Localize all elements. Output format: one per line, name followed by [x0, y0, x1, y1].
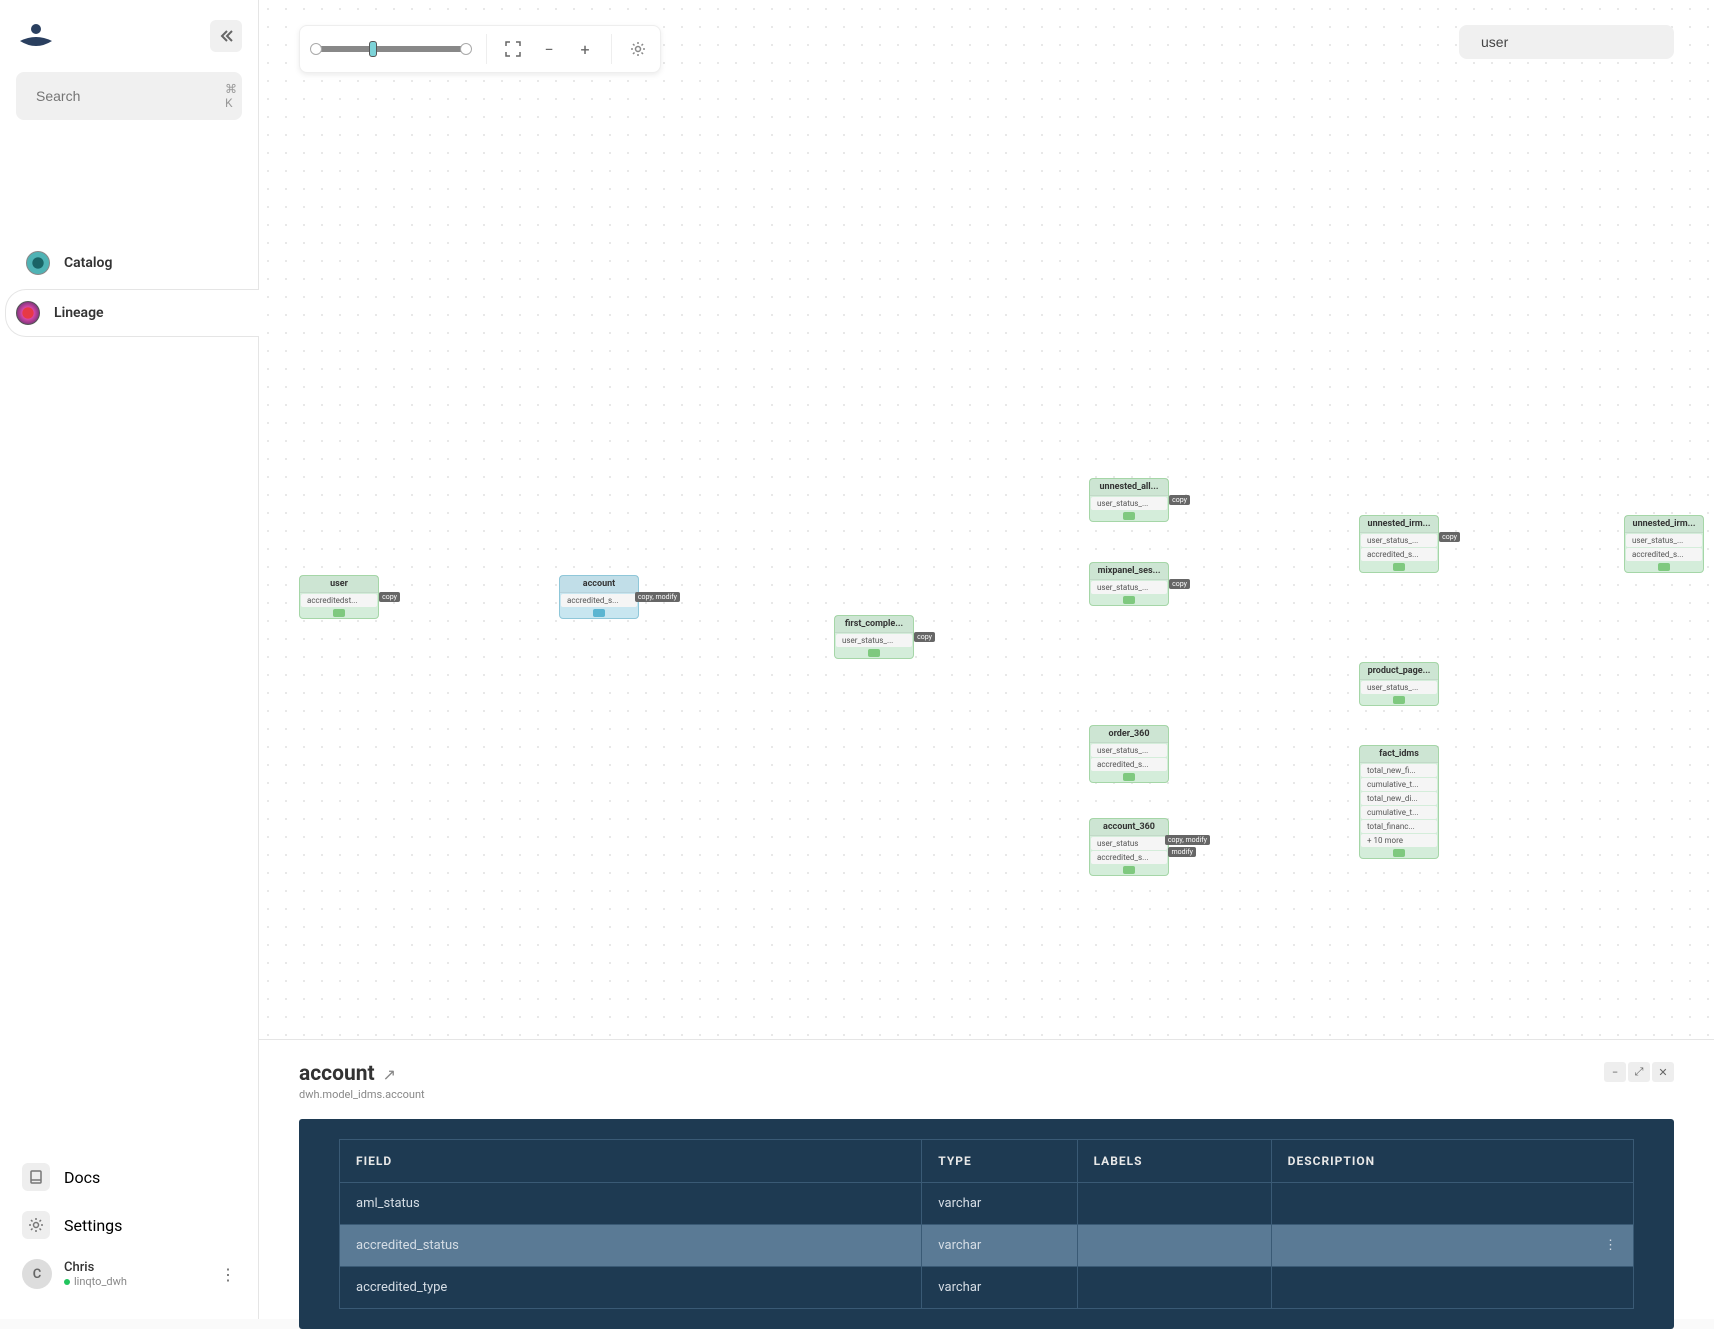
row-more-icon[interactable]: ⋮	[1604, 1238, 1617, 1253]
sidebar-search[interactable]: ⌘ K	[16, 72, 242, 120]
node-order-360[interactable]: order_360 user_status_... accredited_s..…	[1089, 725, 1169, 783]
panel-close-button[interactable]: ✕	[1652, 1062, 1674, 1082]
node-unnested-irm[interactable]: unnested_irm... user_status_... accredit…	[1359, 515, 1439, 573]
node-product-page[interactable]: product_page... user_status_...	[1359, 662, 1439, 706]
fields-table: FIELD TYPE LABELS DESCRIPTION aml_status…	[339, 1139, 1634, 1309]
sidebar-item-label: Docs	[64, 1168, 100, 1187]
node-user[interactable]: user accreditedst... copy	[299, 575, 379, 619]
sidebar: ⌘ K Catalog Lineage Docs Settings C Chri…	[0, 0, 259, 1319]
user-name: Chris	[64, 1260, 208, 1275]
detail-title: account	[299, 1062, 375, 1086]
table-row[interactable]: accredited_typevarchar	[340, 1267, 1634, 1309]
node-fact-idms[interactable]: fact_idms total_new_fi... cumulative_t..…	[1359, 745, 1439, 859]
sidebar-search-input[interactable]	[36, 88, 217, 104]
node-unnested-all[interactable]: unnested_all... user_status_... copy	[1089, 478, 1169, 522]
user-menu[interactable]: C Chris linqto_dwh ⋮	[16, 1249, 242, 1299]
table-row[interactable]: aml_statusvarchar	[340, 1183, 1634, 1225]
sidebar-settings[interactable]: Settings	[16, 1201, 242, 1249]
col-description: DESCRIPTION	[1271, 1140, 1633, 1183]
detail-panel: account ↗ dwh.model_idms.account − ⤢ ✕ F…	[259, 1039, 1714, 1319]
panel-minimize-button[interactable]: −	[1604, 1062, 1626, 1082]
col-labels: LABELS	[1077, 1140, 1271, 1183]
app-logo	[16, 21, 56, 51]
node-mixpanel-ses[interactable]: mixpanel_ses... user_status_... copy	[1089, 562, 1169, 606]
search-shortcut: ⌘ K	[225, 82, 237, 110]
gear-icon	[22, 1211, 50, 1239]
more-icon[interactable]: ⋮	[220, 1265, 236, 1284]
sidebar-collapse-button[interactable]	[210, 20, 242, 52]
sidebar-item-label: Settings	[64, 1216, 122, 1235]
panel-expand-button[interactable]: ⤢	[1628, 1062, 1650, 1082]
node-account-360[interactable]: account_360 user_status accredited_s... …	[1089, 818, 1169, 876]
table-row[interactable]: accredited_statusvarchar⋮	[340, 1225, 1634, 1267]
avatar: C	[22, 1259, 52, 1289]
node-first-comple[interactable]: first_comple... user_status_... copy	[834, 615, 914, 659]
col-type: TYPE	[922, 1140, 1077, 1183]
book-icon	[22, 1163, 50, 1191]
nav-lineage[interactable]: Lineage	[6, 290, 266, 336]
catalog-icon	[26, 251, 50, 275]
sidebar-docs[interactable]: Docs	[16, 1153, 242, 1201]
col-field: FIELD	[340, 1140, 922, 1183]
node-account[interactable]: account accredited_s... copy, modify	[559, 575, 639, 619]
nav-label: Catalog	[64, 255, 112, 271]
lineage-icon	[16, 301, 40, 325]
detail-path: dwh.model_idms.account	[299, 1088, 425, 1101]
lineage-canvas-area: − +	[259, 0, 1714, 1319]
nav-label: Lineage	[54, 305, 104, 321]
node-unnested-irm2[interactable]: unnested_irm... user_status_... accredit…	[1624, 515, 1704, 573]
nav-catalog[interactable]: Catalog	[16, 240, 242, 286]
open-external-icon[interactable]: ↗	[383, 1065, 396, 1084]
user-workspace: linqto_dwh	[64, 1275, 208, 1288]
